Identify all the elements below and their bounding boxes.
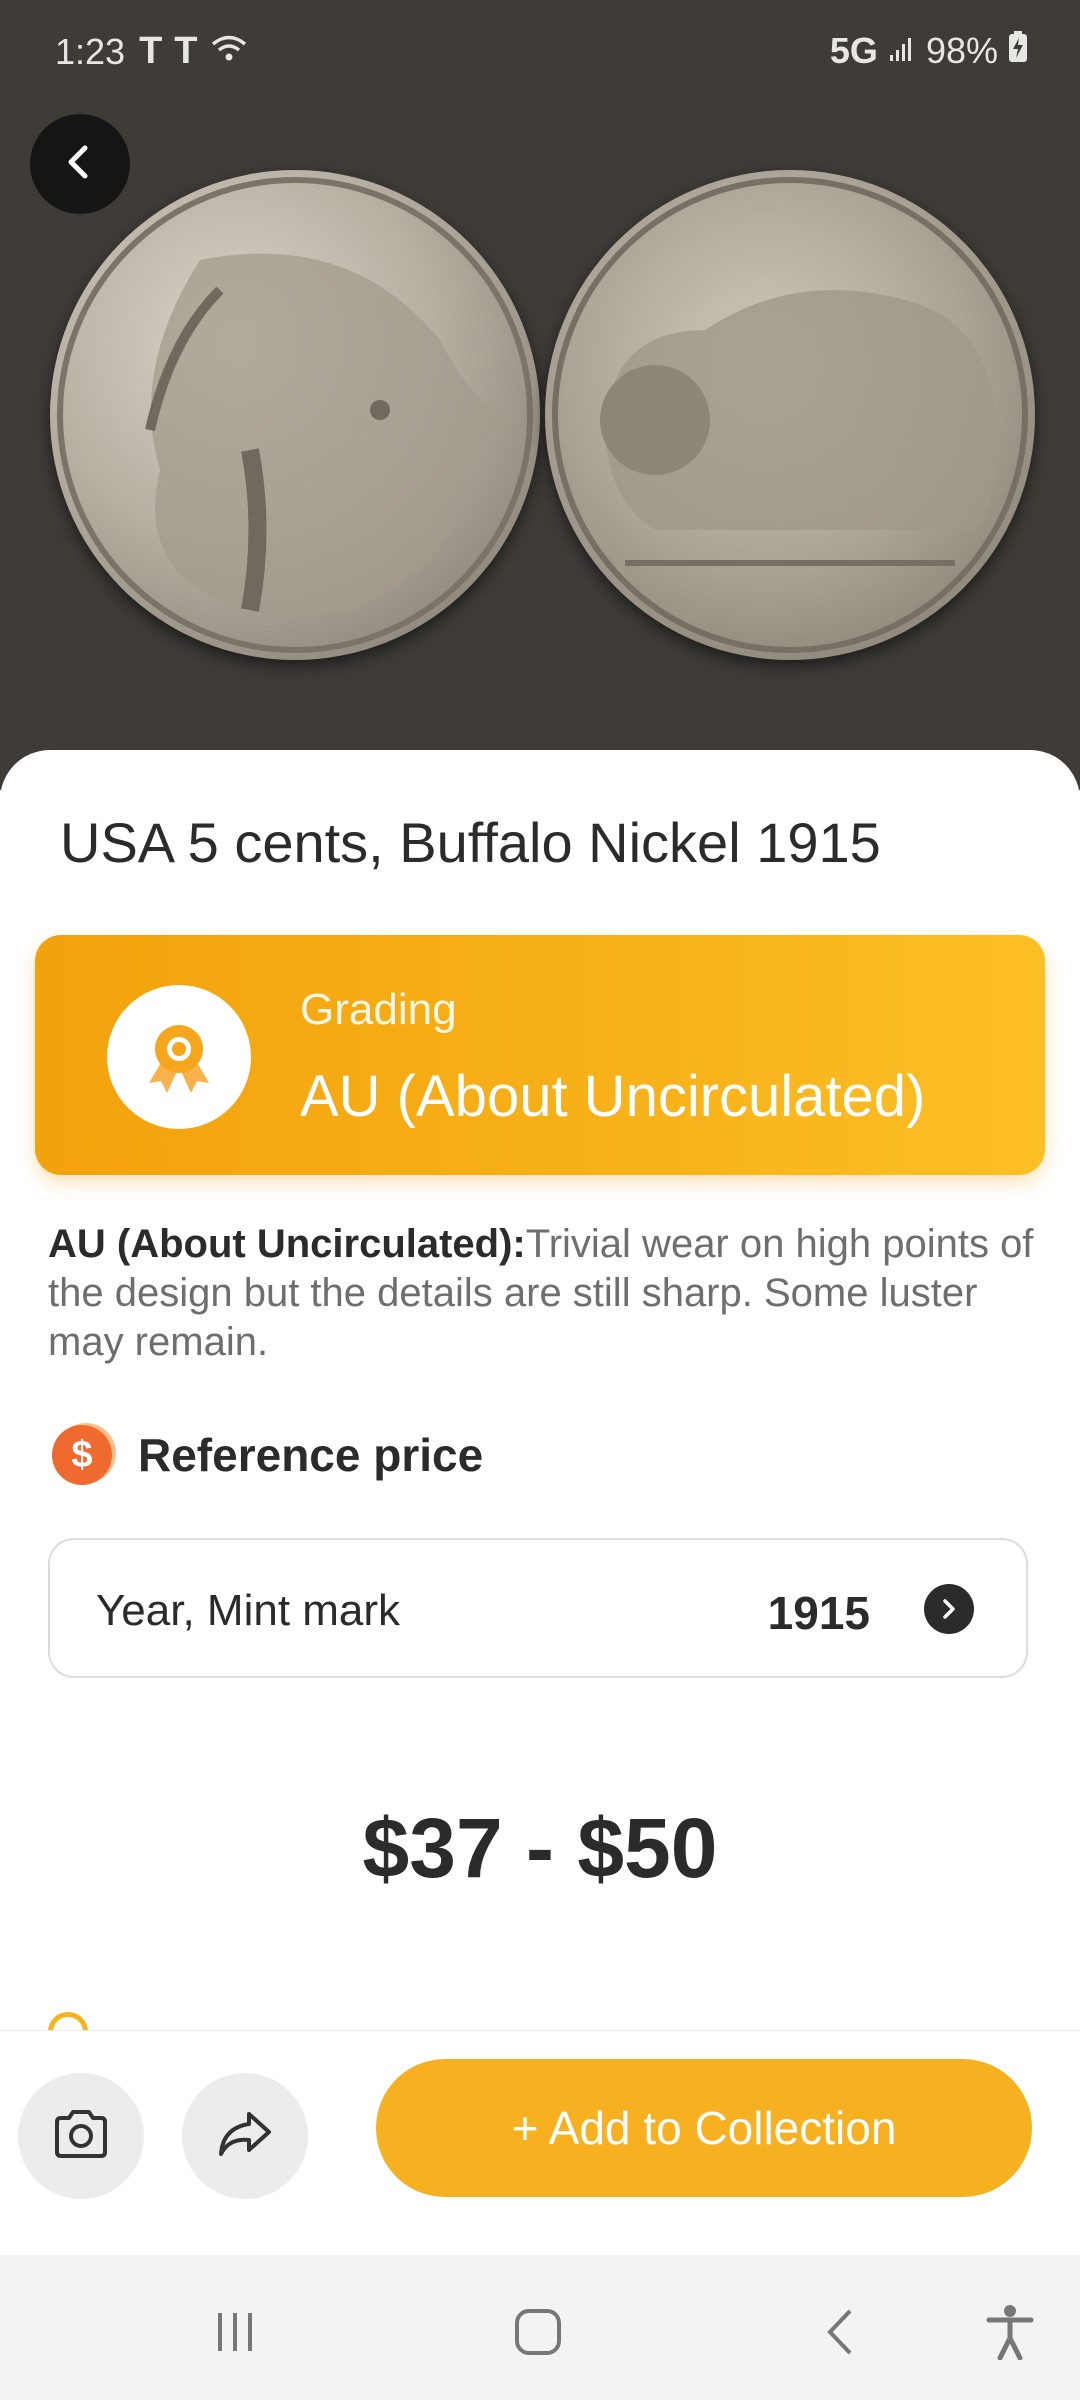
share-icon (215, 2108, 275, 2165)
grade-description: AU (About Uncirculated):Trivial wear on … (48, 1220, 1038, 1367)
selector-label: Year, Mint mark (96, 1586, 401, 1635)
home-button[interactable] (503, 2297, 573, 2367)
add-to-collection-button[interactable]: + Add to Collection (376, 2059, 1032, 2197)
dollar-icon: $ (52, 1425, 112, 1485)
system-navigation-bar (0, 2255, 1080, 2400)
network-label: 5G (829, 30, 878, 71)
grading-card: Grading AU (About Uncirculated) (35, 935, 1045, 1175)
grade-term: AU (About Uncirculated): (48, 1222, 526, 1266)
chevron-right-icon (924, 1584, 974, 1634)
back-icon (827, 2309, 852, 2355)
carrier-icon: T (139, 30, 162, 72)
signal-icon (888, 30, 916, 72)
camera-button[interactable] (18, 2073, 144, 2199)
coin-photo-area: 1:23 T T 5G 98% (0, 0, 1080, 790)
recent-apps-icon (218, 2313, 252, 2351)
next-section-peek (48, 2012, 568, 2030)
share-button[interactable] (182, 2073, 308, 2199)
status-time: 1:23 (55, 30, 126, 72)
status-bar: 1:23 T T 5G 98% (0, 0, 1080, 100)
reference-price-header: $ Reference price (52, 1425, 483, 1485)
camera-icon (51, 2108, 111, 2165)
reference-price-label: Reference price (138, 1429, 484, 1481)
grading-label: Grading (300, 985, 457, 1034)
award-ribbon-icon (107, 985, 251, 1129)
battery-level: 98% (925, 30, 998, 71)
coin-details-sheet: USA 5 cents, Buffalo Nickel 1915 Grading… (0, 750, 1080, 2080)
home-icon (515, 2309, 561, 2355)
year-mint-mark-selector[interactable]: Year, Mint mark 1915 (48, 1538, 1028, 1678)
accessibility-icon (986, 2305, 1034, 2360)
system-back-button[interactable] (806, 2297, 876, 2367)
price-range: $37 - $50 (362, 1801, 718, 1895)
wifi-icon (210, 31, 248, 73)
selector-value: 1915 (767, 1587, 870, 1639)
coin-title: USA 5 cents, Buffalo Nickel 1915 (60, 811, 881, 874)
grading-value: AU (About Uncirculated) (300, 1064, 926, 1129)
section-icon (48, 2012, 88, 2030)
recent-apps-button[interactable] (200, 2297, 270, 2367)
accessibility-button[interactable] (975, 2297, 1045, 2367)
bottom-action-bar: + Add to Collection (0, 2030, 1080, 2256)
coin-obverse-image (50, 170, 540, 660)
battery-icon (1008, 30, 1028, 72)
carrier-icon: T (174, 30, 197, 72)
coin-reverse-image (545, 170, 1035, 660)
